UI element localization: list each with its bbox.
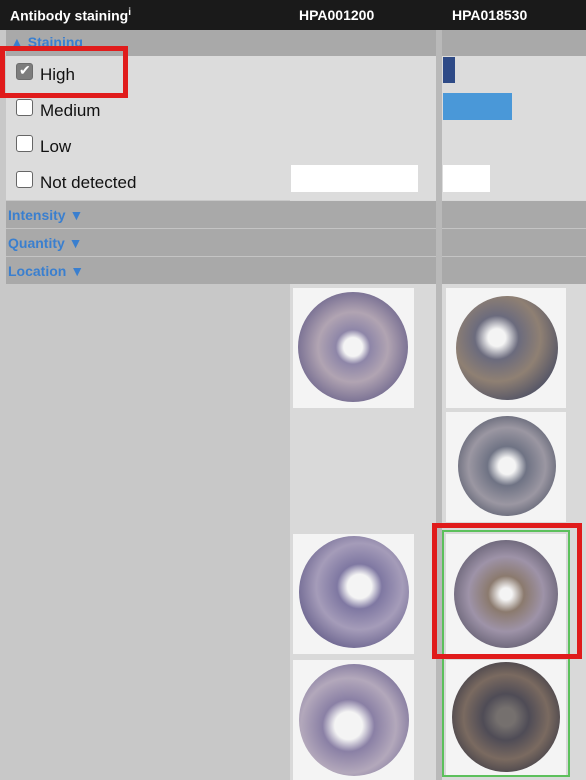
medium-staining-bar xyxy=(443,93,512,120)
tissue-image-a1-3[interactable] xyxy=(293,660,414,780)
not-detected-label: Not detected xyxy=(40,173,137,192)
intensity-cell-2 xyxy=(442,201,586,229)
medium-label: Medium xyxy=(40,101,101,120)
tissue-image-a1-2[interactable] xyxy=(293,534,414,654)
quantity-link[interactable]: Quantity ▼ xyxy=(8,235,83,251)
antibody-staining-title: Antibody staining xyxy=(10,7,129,24)
location-cell-2 xyxy=(442,257,586,284)
highlight-high-filter xyxy=(0,46,128,98)
high-staining-bar xyxy=(443,57,455,83)
location-cell-1 xyxy=(290,257,436,284)
tissue-image-a1-1[interactable] xyxy=(293,288,414,408)
tissue-image-a2-2[interactable] xyxy=(446,412,566,522)
highlight-selected-image xyxy=(432,523,582,659)
column-header-antibody-2[interactable]: HPA018530 xyxy=(452,7,527,23)
cell-a1-medium xyxy=(290,92,436,129)
low-label: Low xyxy=(40,137,72,156)
intensity-cell-1 xyxy=(290,201,436,229)
cell-a2-low xyxy=(442,128,586,165)
medium-checkbox[interactable] xyxy=(16,99,33,116)
column-title-antibody-staining: Antibody stainingi xyxy=(10,7,131,24)
cell-a2-high xyxy=(442,56,586,93)
quantity-cell-2 xyxy=(442,229,586,257)
not-detected-bar-a1 xyxy=(291,165,418,192)
cell-a1-high xyxy=(290,56,436,93)
low-checkbox[interactable] xyxy=(16,135,33,152)
tissue-image-a2-1[interactable] xyxy=(446,288,566,408)
staining-row-cell-2 xyxy=(442,30,586,56)
not-detected-bar-a2 xyxy=(443,165,490,192)
column-header-antibody-1[interactable]: HPA001200 xyxy=(299,7,374,23)
quantity-cell-1 xyxy=(290,229,436,257)
info-icon[interactable]: i xyxy=(128,7,131,18)
location-link[interactable]: Location ▼ xyxy=(8,263,84,279)
staining-row-cell-1 xyxy=(290,30,436,56)
cell-a1-low xyxy=(290,128,436,165)
not-detected-checkbox[interactable] xyxy=(16,171,33,188)
intensity-link[interactable]: Intensity ▼ xyxy=(8,207,83,223)
